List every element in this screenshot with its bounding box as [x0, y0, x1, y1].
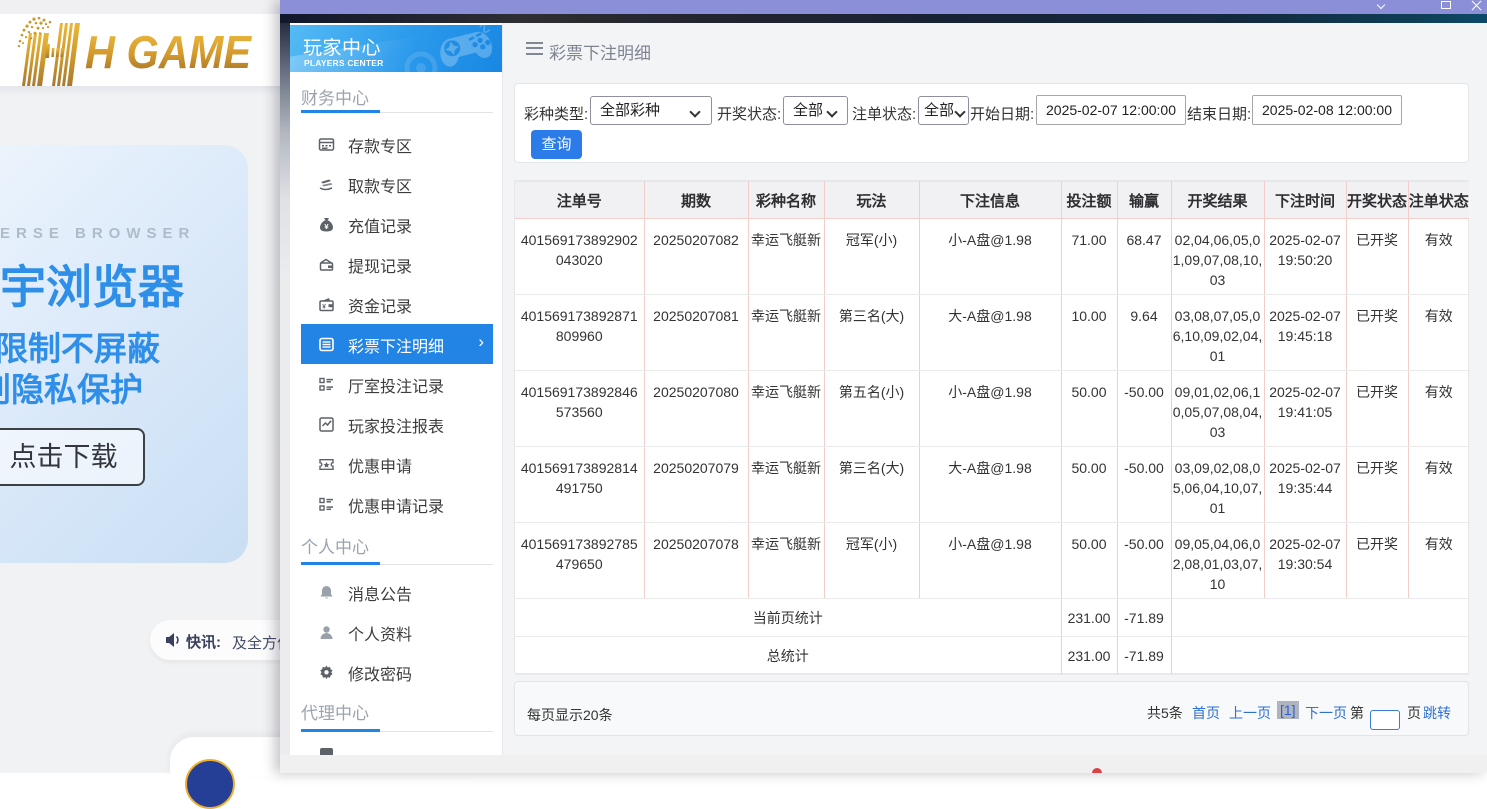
- svg-text:¥: ¥: [322, 304, 326, 311]
- svg-text:H GAME: H GAME: [85, 26, 252, 78]
